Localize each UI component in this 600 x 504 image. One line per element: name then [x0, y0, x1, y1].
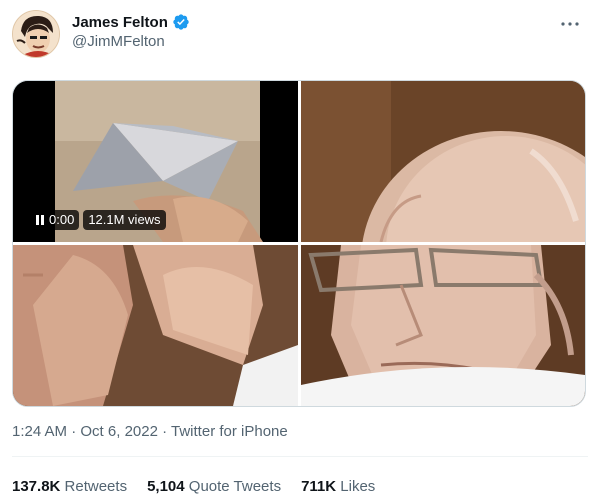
- video-time: 0:00: [49, 212, 75, 227]
- author-name-row: James Felton: [72, 13, 190, 31]
- quote-tweets-stat[interactable]: 5,104 Quote Tweets: [147, 478, 281, 495]
- pause-icon[interactable]: [36, 215, 44, 225]
- author-name[interactable]: James Felton: [72, 14, 168, 31]
- more-options-icon[interactable]: [558, 12, 582, 36]
- avatar[interactable]: [12, 10, 60, 58]
- video-views: 12.1M views: [88, 212, 161, 227]
- quotes-count: 5,104: [147, 478, 185, 495]
- retweets-count: 137.8K: [12, 478, 61, 495]
- image-tile-4[interactable]: [301, 245, 585, 406]
- image-hands: [13, 245, 298, 406]
- video-tile[interactable]: 0:00 12.1M views: [13, 81, 298, 242]
- likes-count: 711K: [301, 478, 337, 495]
- video-time-pill[interactable]: 0:00: [31, 210, 80, 230]
- image-head-top: [301, 81, 585, 242]
- media-grid[interactable]: 0:00 12.1M views: [12, 80, 586, 407]
- image-tile-3[interactable]: [13, 245, 298, 406]
- tweet-time[interactable]: 1:24 AM: [12, 423, 67, 440]
- timestamp-separator: ·: [157, 423, 172, 440]
- image-face: [301, 245, 585, 406]
- tweet-stats: 137.8K Retweets 5,104 Quote Tweets 711K …: [12, 478, 375, 495]
- tweet-date[interactable]: Oct 6, 2022: [80, 423, 158, 440]
- likes-label: Likes: [336, 478, 376, 495]
- image-tile-2[interactable]: [301, 81, 585, 242]
- timestamp-separator: ·: [67, 423, 81, 440]
- likes-stat[interactable]: 711K Likes: [301, 478, 375, 495]
- retweets-stat[interactable]: 137.8K Retweets: [12, 478, 127, 495]
- video-views-pill: 12.1M views: [83, 210, 166, 230]
- retweets-label: Retweets: [60, 478, 128, 495]
- divider: [12, 456, 588, 457]
- verified-badge-icon: [173, 14, 189, 30]
- tweet-header: James Felton @JimMFelton: [12, 10, 588, 58]
- author-handle[interactable]: @JimMFelton: [72, 33, 165, 50]
- tweet-source[interactable]: Twitter for iPhone: [171, 423, 288, 440]
- video-controls: 0:00 12.1M views: [31, 210, 166, 230]
- tweet-timestamp: 1:24 AM · Oct 6, 2022 · Twitter for iPho…: [12, 423, 288, 440]
- quotes-label: Quote Tweets: [184, 478, 282, 495]
